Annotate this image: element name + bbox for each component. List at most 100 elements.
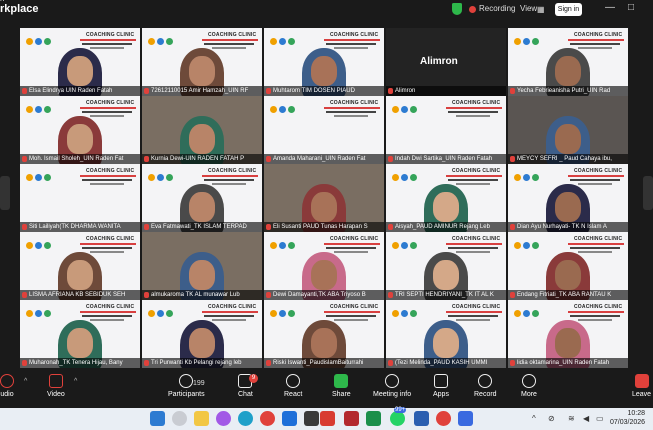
- shield-icon[interactable]: [452, 3, 462, 15]
- logo-icons: [148, 168, 196, 181]
- react-button[interactable]: React: [284, 374, 302, 398]
- muted-mic-icon: [144, 360, 149, 366]
- minimize-button[interactable]: —: [605, 2, 615, 13]
- info-icon: [385, 374, 400, 388]
- sign-in-button[interactable]: Sign in: [555, 3, 582, 16]
- participant-tile[interactable]: Alimron Alimron: [386, 28, 506, 96]
- next-page-arrow[interactable]: [643, 176, 653, 210]
- muted-mic-icon: [510, 156, 515, 162]
- audio-button[interactable]: udio: [0, 374, 14, 398]
- slide-subtitle-line: [204, 179, 254, 181]
- muted-mic-icon: [22, 224, 27, 230]
- share-screen-icon: [334, 374, 349, 388]
- share-button[interactable]: Share: [332, 374, 351, 398]
- apps-button[interactable]: Apps: [433, 374, 449, 398]
- participant-tile[interactable]: Eli Susanti PAUD Tunas Harapan S: [264, 164, 384, 232]
- tray-chevron-icon[interactable]: ^: [532, 414, 536, 423]
- slide-title: COACHING CLINIC: [330, 304, 379, 310]
- participant-tile[interactable]: COACHING CLINIC Indah Dwi Sartika_UIN Rad…: [386, 96, 506, 164]
- participant-face: [67, 260, 93, 290]
- recording-label[interactable]: Recording: [479, 4, 515, 13]
- leave-button[interactable]: Leave: [632, 374, 651, 398]
- participant-name: Siti Lailiyah(TK DHARMA WANITA: [20, 222, 140, 232]
- battery-icon[interactable]: ▭: [596, 414, 604, 423]
- participant-tile[interactable]: COACHING CLINIC 72612110015 Amir Hamzah_U…: [142, 28, 262, 96]
- file-explorer-icon[interactable]: [194, 411, 209, 426]
- slide-subtitle-line: [448, 315, 498, 317]
- participant-tile[interactable]: COACHING CLINIC LISMA AFRIANA KB SEBIDUK …: [20, 232, 140, 300]
- video-button[interactable]: Video: [47, 374, 65, 398]
- participant-tile[interactable]: almukaroma TK AL munawar Lub: [142, 232, 262, 300]
- wifi-icon[interactable]: ≋: [568, 414, 575, 423]
- muted-mic-icon: [388, 156, 393, 162]
- participant-tile[interactable]: COACHING CLINIC Muharonah_TK Tenera Hijau…: [20, 300, 140, 368]
- leave-label: Leave: [632, 391, 652, 398]
- chrome-2-icon[interactable]: [436, 411, 451, 426]
- clock-time: 10:28: [627, 410, 646, 417]
- view-button[interactable]: View: [520, 4, 537, 13]
- mcafee-icon[interactable]: [344, 411, 359, 426]
- windows-start-icon[interactable]: [150, 411, 165, 426]
- participant-tile[interactable]: MEYCY SEFRI _ Paud Cahaya ibu,: [508, 96, 628, 164]
- store-icon[interactable]: [304, 411, 319, 426]
- excel-icon[interactable]: [366, 411, 381, 426]
- slide-subtitle-line: [80, 311, 136, 313]
- participant-name: almukaroma TK AL munawar Lub: [142, 290, 262, 300]
- slide-subtitle-line: [324, 311, 380, 313]
- chrome-icon[interactable]: [260, 411, 275, 426]
- search-icon[interactable]: [172, 411, 187, 426]
- logo-icons: [26, 304, 74, 317]
- volume-icon[interactable]: ◀: [583, 414, 589, 423]
- participant-tile[interactable]: COACHING CLINIC Elsa Elindrya UIN Raden F…: [20, 28, 140, 96]
- apps-icon: [433, 374, 448, 388]
- participant-tile[interactable]: COACHING CLINIC lidia oktamarina_UIN Rade…: [508, 300, 628, 368]
- more-button[interactable]: More: [521, 374, 537, 398]
- participant-tile[interactable]: COACHING CLINIC Aisyah_PAUD AMINUR Rejang…: [386, 164, 506, 232]
- app-l-icon[interactable]: [320, 411, 335, 426]
- camera-icon: [48, 374, 63, 388]
- participant-tile[interactable]: COACHING CLINIC Eva Fatmawati_TK ISLAM TE…: [142, 164, 262, 232]
- slide-subtitle-line: [326, 111, 376, 113]
- meet-icon[interactable]: [458, 411, 473, 426]
- window-title: rkplace: [0, 3, 39, 15]
- slide-subtitle-line: [334, 251, 368, 253]
- record-button[interactable]: Record: [474, 374, 497, 398]
- slide-title: COACHING CLINIC: [574, 236, 623, 242]
- participant-name: Eli Susanti PAUD Tunas Harapan S: [264, 222, 384, 232]
- participant-tile[interactable]: COACHING CLINIC TRI SEPTI HENDRIYANI_TK I…: [386, 232, 506, 300]
- slide-subtitle-line: [334, 115, 368, 117]
- participant-tile[interactable]: COACHING CLINIC Yecha Febrieanisha Putri_…: [508, 28, 628, 96]
- meeting-info-button[interactable]: Meeting info: [373, 374, 411, 398]
- participant-tile[interactable]: COACHING CLINIC Dian Ayu Nurhayati- TK N …: [508, 164, 628, 232]
- participant-tile[interactable]: COACHING CLINIC Dewi Damayanti,TK ABA Tri…: [264, 232, 384, 300]
- chat-button[interactable]: 9 Chat: [238, 374, 258, 398]
- participant-name: Aisyah_PAUD AMINUR Rejang Leb: [386, 222, 506, 232]
- slide-title: COACHING CLINIC: [208, 32, 257, 38]
- zoom-icon[interactable]: [282, 411, 297, 426]
- grid-view-icon[interactable]: ▦: [537, 5, 545, 14]
- maximize-button[interactable]: □: [628, 2, 634, 13]
- participant-tile[interactable]: COACHING CLINIC (Tezi Melinda_PAUD KASIH …: [386, 300, 506, 368]
- participant-tile[interactable]: COACHING CLINIC Muhtarom TIM DOSEN PIAUD: [264, 28, 384, 96]
- audio-chevron-icon[interactable]: ^: [24, 378, 27, 385]
- whatsapp-icon[interactable]: 99+: [390, 407, 407, 426]
- slide-title: COACHING CLINIC: [452, 168, 501, 174]
- participant-tile[interactable]: COACHING CLINIC Endang Fitriati_TK ABA RA…: [508, 232, 628, 300]
- clock[interactable]: 10:28 07/03/2026: [610, 409, 645, 427]
- edge-icon[interactable]: [238, 411, 253, 426]
- participant-tile[interactable]: COACHING CLINIC Moh. Ismail Sholeh_UIN Ra…: [20, 96, 140, 164]
- slide-title: COACHING CLINIC: [330, 236, 379, 242]
- participant-tile[interactable]: COACHING CLINIC Amanda Maharani_UIN Raden…: [264, 96, 384, 164]
- location-icon[interactable]: ⊘: [548, 414, 555, 423]
- video-chevron-icon[interactable]: ^: [74, 378, 77, 385]
- word-icon[interactable]: [414, 411, 429, 426]
- participant-tile[interactable]: Kurnia Dewi-UIN RADEN FATAH P: [142, 96, 262, 164]
- copilot-icon[interactable]: [216, 411, 231, 426]
- participants-button[interactable]: 199 Participants: [168, 374, 205, 398]
- slide-title: COACHING CLINIC: [86, 32, 135, 38]
- prev-page-arrow[interactable]: [0, 176, 10, 210]
- slide-title: COACHING CLINIC: [574, 304, 623, 310]
- participant-tile[interactable]: COACHING CLINIC Riski Iswanti_PaudislamBa…: [264, 300, 384, 368]
- participant-tile[interactable]: COACHING CLINIC Siti Lailiyah(TK DHARMA W…: [20, 164, 140, 232]
- participant-tile[interactable]: COACHING CLINIC Tri Purwanti Kb Pelangi r…: [142, 300, 262, 368]
